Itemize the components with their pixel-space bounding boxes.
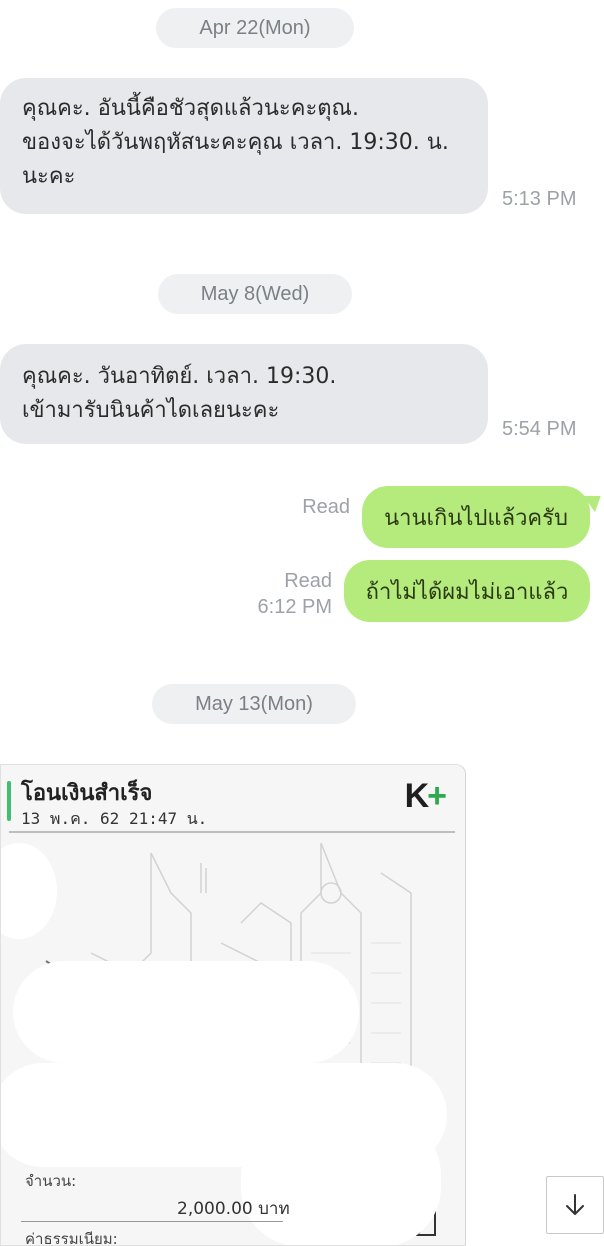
outgoing-message-bubble[interactable]: นานเกินไปแล้วครับ [362,486,590,548]
arrow-down-icon [566,1194,584,1215]
amount-label: จำนวน: [25,1172,77,1190]
fee-label: ค่าธรรมเนียม: [25,1230,118,1246]
message-timestamp: 5:54 PM [502,418,577,440]
message-text-line: คุณคะ. อันนี้คือชัวสุดแล้วนะคะตุณ. [22,96,359,121]
slip-accent-bar [7,781,11,821]
date-separator-label: Apr 22(Mon) [199,16,311,39]
message-text-line: คุณคะ. วันอาทิตย์. เวลา. 19:30. [22,364,337,389]
kplus-logo: K+ [404,777,447,816]
outgoing-message-bubble[interactable]: ถ้าไม่ได้ผมไม่เอาแล้ว [344,560,590,622]
redaction-mark [241,1115,441,1245]
kplus-logo-k: K [404,777,430,815]
read-receipt: Read 6:12 PM [232,568,332,620]
message-timestamp: 5:13 PM [502,188,577,210]
redaction-mark [13,961,359,1063]
date-separator: Apr 22(Mon) [156,8,354,48]
incoming-message-bubble[interactable]: คุณคะ. วันอาทิตย์. เวลา. 19:30. เข้ามารั… [0,344,488,444]
message-text-line: นะคะ [22,164,76,189]
date-separator: May 8(Wed) [158,274,352,314]
slip-title: โอนเงินสำเร็จ [21,781,153,806]
date-separator-label: May 8(Wed) [200,282,310,305]
scroll-to-bottom-button[interactable] [546,1176,604,1234]
read-label: Read [284,570,332,592]
message-text: ถ้าไม่ได้ผมไม่เอาแล้ว [365,579,569,605]
amount-value: 2,000.00 บาท [177,1199,290,1219]
date-separator-label: May 13(Mon) [195,692,313,715]
message-timestamp: 6:12 PM [257,596,332,618]
date-separator: May 13(Mon) [152,684,356,724]
message-text-line: เข้ามารับนินค้าไดเลยนะคะ [22,398,280,423]
read-label: Read [302,496,350,518]
slip-line [21,1221,283,1222]
kplus-logo-plus: + [427,777,447,815]
message-text: นานเกินไปแล้วครับ [384,505,568,531]
transfer-slip-image[interactable]: โอนเงินสำเร็จ 13 พ.ค. 62 21:47 น. K+ จำน… [0,764,466,1246]
slip-date: 13 พ.ค. 62 21:47 น. [21,809,208,828]
message-text-line: ของจะได้วันพฤหัสนะคะคุณ เวลา. 19:30. น. [22,130,449,155]
read-receipt: Read [270,494,350,520]
incoming-message-bubble[interactable]: คุณคะ. อันนี้คือชัวสุดแล้วนะคะตุณ. ของจะ… [0,78,488,214]
